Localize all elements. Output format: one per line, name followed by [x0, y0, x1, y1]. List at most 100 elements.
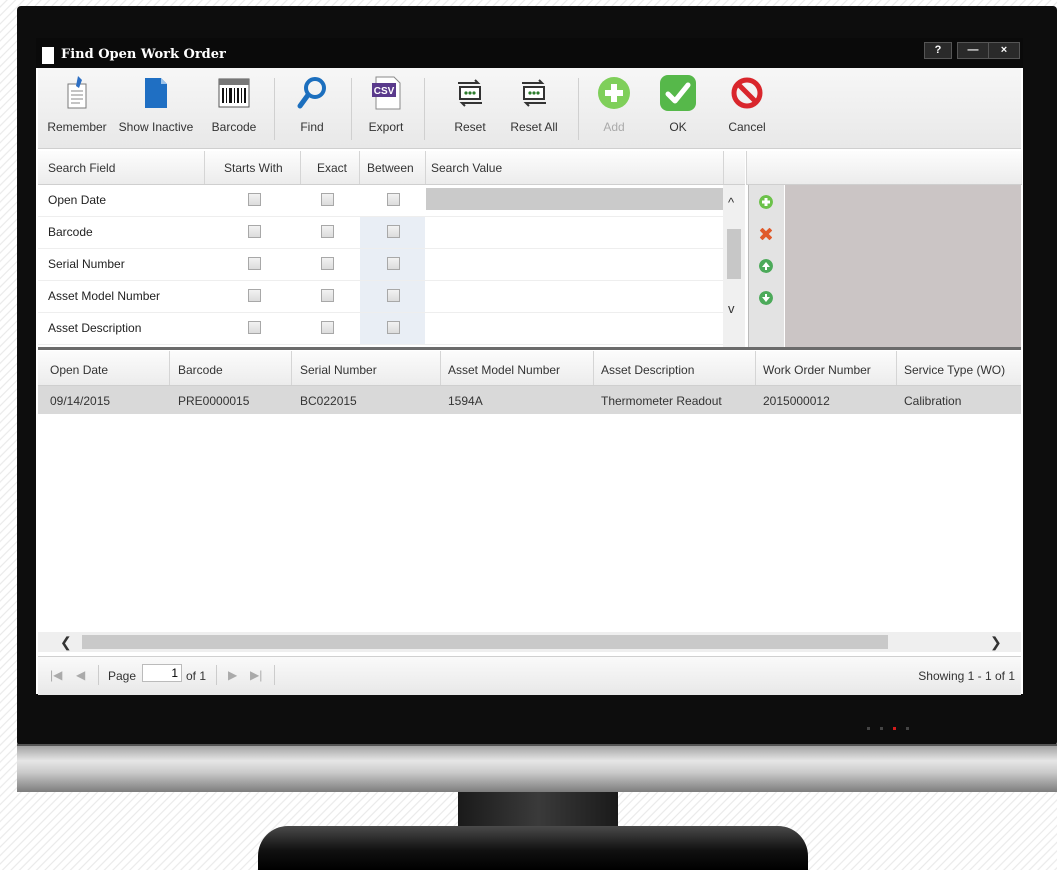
search-field-name: Asset Model Number [48, 289, 161, 303]
barcode-label: Barcode [211, 120, 257, 134]
last-page-icon[interactable]: ▶| [250, 668, 262, 682]
toolbar-separator [351, 78, 352, 140]
column-divider [896, 351, 897, 385]
reset-button[interactable]: Reset [448, 74, 492, 134]
search-field-name: Open Date [48, 193, 107, 207]
previous-page-icon[interactable]: ◀ [76, 668, 85, 682]
cell-barcode: PRE0000015 [178, 394, 250, 408]
starts-with-checkbox[interactable] [248, 321, 261, 334]
export-button[interactable]: CSV Export [362, 74, 410, 134]
find-button[interactable]: Find [290, 74, 334, 134]
reset-label: Reset [454, 120, 486, 134]
search-value-input[interactable] [426, 313, 723, 344]
scroll-up-arrow-icon[interactable]: ^ [728, 195, 734, 210]
search-value-input[interactable] [426, 217, 723, 248]
between-checkbox[interactable] [387, 321, 400, 334]
show-inactive-button[interactable]: Show Inactive [114, 74, 198, 134]
cancel-label: Cancel [728, 120, 766, 134]
row-tools-panel [748, 185, 784, 347]
header-search-value: Search Value [431, 161, 503, 175]
scroll-left-icon[interactable]: ❮ [60, 634, 72, 651]
delete-row-icon[interactable] [759, 227, 773, 241]
search-value-input[interactable] [426, 188, 723, 210]
column-divider [425, 151, 426, 184]
toolbar-separator [274, 78, 275, 140]
starts-with-checkbox[interactable] [248, 257, 261, 270]
header-asset-description[interactable]: Asset Description [601, 363, 694, 377]
results-horizontal-scrollbar[interactable]: ❮ ❯ [38, 632, 1021, 652]
scrollbar-thumb[interactable] [82, 635, 888, 649]
results-grid-header: Open Date Barcode Serial Number Asset Mo… [38, 351, 1021, 386]
scroll-right-icon[interactable]: ❯ [990, 634, 1002, 651]
toolbar-separator [578, 78, 579, 140]
record-count-label: Showing 1 - 1 of 1 [918, 669, 1015, 683]
cancel-button[interactable]: Cancel [722, 74, 772, 134]
starts-with-checkbox[interactable] [248, 193, 261, 206]
between-checkbox[interactable] [387, 289, 400, 302]
add-button[interactable]: Add [594, 74, 634, 134]
header-work-order-number[interactable]: Work Order Number [763, 363, 871, 377]
between-checkbox[interactable] [387, 193, 400, 206]
exact-checkbox[interactable] [321, 193, 334, 206]
scrollbar-thumb[interactable] [727, 229, 741, 279]
header-service-type[interactable]: Service Type (WO) [904, 363, 1005, 377]
pager-separator [98, 665, 99, 685]
header-search-field: Search Field [48, 161, 116, 175]
column-divider [291, 351, 292, 385]
barcode-button[interactable]: Barcode [204, 74, 264, 134]
exact-checkbox[interactable] [321, 225, 334, 238]
header-serial-number[interactable]: Serial Number [300, 363, 377, 377]
exact-checkbox[interactable] [321, 289, 334, 302]
search-value-input[interactable] [426, 249, 723, 280]
between-checkbox[interactable] [387, 225, 400, 238]
move-up-icon[interactable] [759, 259, 773, 273]
export-label: Export [368, 120, 404, 134]
add-label: Add [603, 120, 625, 134]
scroll-down-arrow-icon[interactable]: v [728, 301, 735, 316]
cell-asset-model-number: 1594A [448, 394, 483, 408]
search-row-asset-description[interactable]: Asset Description [38, 313, 745, 345]
page-number-input[interactable] [142, 664, 182, 682]
monitor-neck [458, 792, 618, 828]
search-row-open-date[interactable]: Open Date [38, 185, 745, 217]
header-asset-model-number[interactable]: Asset Model Number [448, 363, 560, 377]
search-row-barcode[interactable]: Barcode [38, 217, 745, 249]
close-button[interactable]: × [988, 42, 1020, 59]
column-divider [723, 151, 724, 184]
add-row-icon[interactable] [759, 195, 773, 209]
starts-with-checkbox[interactable] [248, 225, 261, 238]
monitor-leds [867, 719, 927, 730]
side-panel-header [746, 151, 1022, 185]
table-row[interactable]: 09/14/2015 PRE0000015 BC022015 1594A The… [38, 386, 1021, 414]
reset-all-label: Reset All [510, 120, 558, 134]
monitor-chin-edge [17, 744, 1057, 746]
pager-separator [216, 665, 217, 685]
starts-with-checkbox[interactable] [248, 289, 261, 302]
csv-export-icon: CSV [372, 76, 401, 110]
reset-all-icon [522, 79, 546, 107]
move-down-icon[interactable] [759, 291, 773, 305]
help-button[interactable]: ? [924, 42, 952, 59]
remember-label: Remember [47, 120, 107, 134]
search-row-serial-number[interactable]: Serial Number [38, 249, 745, 281]
next-page-icon[interactable]: ▶ [228, 668, 237, 682]
cancel-icon [731, 77, 763, 109]
header-barcode[interactable]: Barcode [178, 363, 223, 377]
between-checkbox[interactable] [387, 257, 400, 270]
window-titlebar: Find Open Work Order ? — × [36, 38, 1023, 68]
header-open-date[interactable]: Open Date [50, 363, 108, 377]
search-grid-scrollbar[interactable]: ^ v [723, 185, 745, 347]
barcode-icon [218, 78, 250, 108]
search-row-asset-model-number[interactable]: Asset Model Number [38, 281, 745, 313]
exact-checkbox[interactable] [321, 321, 334, 334]
search-value-input[interactable] [426, 281, 723, 312]
ok-button[interactable]: OK [656, 74, 700, 134]
remember-button[interactable]: Remember [42, 74, 112, 134]
reset-all-button[interactable]: Reset All [504, 74, 564, 134]
splitter[interactable] [38, 347, 1021, 350]
minimize-button[interactable]: — [957, 42, 989, 59]
first-page-icon[interactable]: |◀ [50, 668, 62, 682]
column-divider [593, 351, 594, 385]
exact-checkbox[interactable] [321, 257, 334, 270]
side-panel-area [785, 185, 1021, 347]
